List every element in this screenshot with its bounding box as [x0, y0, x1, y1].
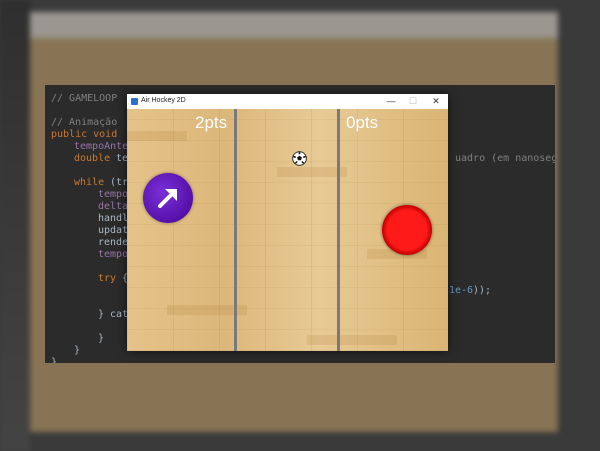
close-button[interactable]: ✕	[424, 94, 448, 109]
minimize-button[interactable]: —	[379, 94, 403, 109]
code-line-comment: uadro (em nanosegu	[455, 153, 555, 164]
left-divider-line	[234, 109, 237, 351]
right-paddle[interactable]	[382, 205, 432, 255]
title-bar[interactable]: Air Hockey 2D — ☐ ✕	[127, 94, 448, 109]
app-icon	[131, 98, 138, 105]
code-line: (tr	[104, 177, 129, 188]
code-line: rende	[98, 237, 129, 248]
left-score: 2pts	[195, 113, 228, 132]
code-line: public void	[51, 129, 118, 140]
code-line: te	[110, 153, 129, 164]
right-divider-line	[337, 109, 340, 351]
code-line-keyword: try	[98, 273, 117, 284]
left-paddle[interactable]	[143, 173, 193, 223]
code-line: }	[98, 333, 105, 344]
right-score: 0pts	[346, 113, 379, 132]
background-title-bar	[30, 12, 558, 38]
code-line: tempo	[98, 189, 129, 200]
code-line: handl	[98, 213, 129, 224]
code-line: delta	[98, 201, 129, 212]
soccer-ball-icon[interactable]	[292, 151, 307, 166]
game-window[interactable]: Air Hockey 2D — ☐ ✕ 2pts 0pts	[127, 94, 448, 351]
floor-plank	[127, 131, 187, 141]
code-line: ));	[473, 285, 492, 296]
code-line: updat	[98, 225, 129, 236]
arrow-up-right-icon	[158, 189, 177, 208]
code-line-keyword: double	[74, 153, 111, 164]
code-line: tempoAnte	[74, 141, 129, 152]
editor-gutter-shadow	[0, 0, 30, 451]
code-line: } cat	[98, 309, 129, 320]
code-line-number: 1e-6	[449, 285, 474, 296]
window-title: Air Hockey 2D	[141, 97, 186, 104]
code-line: tempo	[98, 249, 129, 260]
floor-plank	[307, 335, 397, 345]
code-line: // GAMELOOP	[51, 93, 118, 104]
code-line: // Animação	[51, 117, 118, 128]
maximize-button[interactable]: ☐	[401, 94, 425, 109]
code-line: }	[74, 345, 81, 356]
code-line: }	[51, 357, 58, 363]
hockey-court[interactable]: 2pts 0pts	[127, 109, 448, 351]
code-line-keyword: while	[74, 177, 105, 188]
